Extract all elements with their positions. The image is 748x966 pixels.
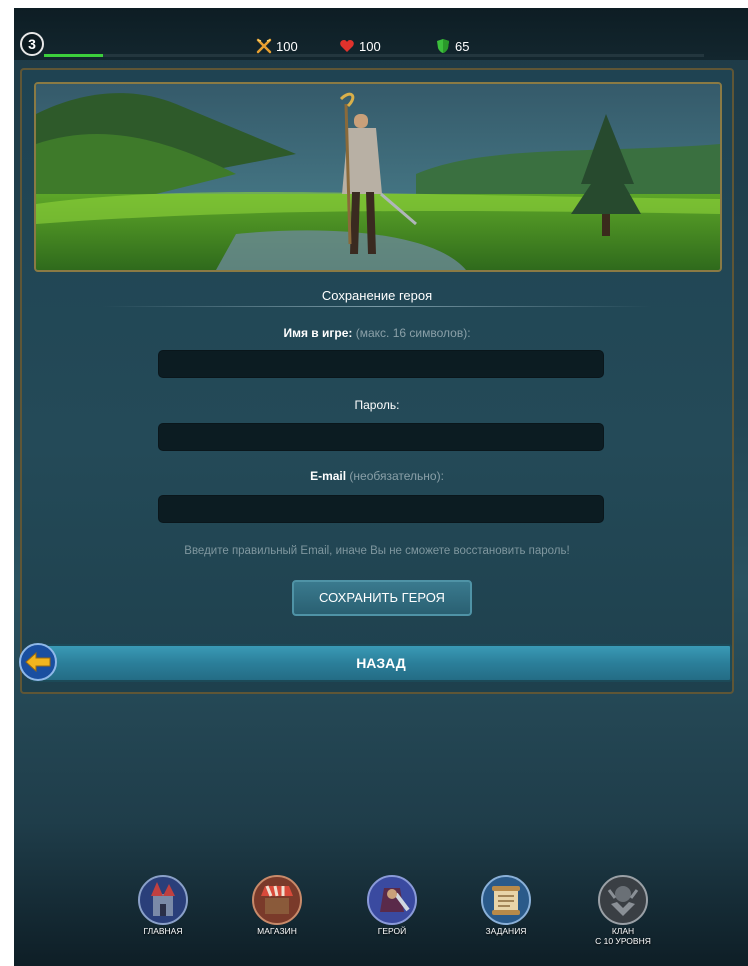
attack-stat: 100: [256, 38, 298, 56]
panel-title: Сохранение героя: [321, 288, 433, 303]
back-button[interactable]: НАЗАД: [30, 644, 732, 682]
nav-clan-label: КЛАН: [611, 926, 635, 936]
nav-hero-label: ГЕРОЙ: [377, 926, 407, 936]
defense-stat: 65: [435, 38, 469, 56]
email-label-text: E-mail: [310, 469, 347, 483]
save-hero-button[interactable]: СОХРАНИТЬ ГЕРОЯ: [292, 580, 472, 616]
health-value: 100: [359, 39, 381, 54]
hero-icon: [367, 875, 417, 925]
attack-value: 100: [276, 39, 298, 54]
health-stat: 100: [339, 38, 381, 56]
nav-shop[interactable]: МАГАЗИН: [232, 874, 322, 966]
back-arrow-icon[interactable]: [18, 642, 58, 682]
xp-progress-fill: [44, 54, 104, 57]
email-input[interactable]: [158, 495, 604, 523]
castle-icon: [138, 875, 188, 925]
hero-banner-image: [34, 82, 722, 272]
landscape-illustration: [36, 84, 720, 270]
name-hint: (макс. 16 символов):: [355, 326, 471, 340]
clan-emblem-icon: [598, 875, 648, 925]
game-screen: 3 100 100 65 Сохранение героя Имя в игре…: [14, 8, 748, 966]
nav-main[interactable]: ГЛАВНАЯ: [118, 874, 208, 966]
shop-icon: [252, 875, 302, 925]
password-input[interactable]: [158, 423, 604, 451]
nav-clan[interactable]: КЛАН С 10 УРОВНЯ: [578, 874, 668, 966]
level-badge: 3: [20, 32, 44, 56]
bottom-navigation: ГЛАВНАЯ МАГАЗИН ГЕРОЙ ЗАДАНИЯ КЛАН С 10 …: [14, 856, 748, 966]
nav-main-label: ГЛАВНАЯ: [143, 926, 183, 936]
password-label: Пароль:: [354, 398, 400, 412]
name-input[interactable]: [158, 350, 604, 378]
nav-shop-label: МАГАЗИН: [257, 926, 297, 936]
title-divider: [102, 306, 652, 307]
heart-icon: [340, 40, 354, 52]
top-status-bar: 3 100 100 65: [14, 8, 748, 60]
name-label-text: Имя в игре:: [283, 326, 353, 340]
nav-quests-label: ЗАДАНИЯ: [485, 926, 527, 936]
scroll-icon: [481, 875, 531, 925]
nav-hero[interactable]: ГЕРОЙ: [347, 874, 437, 966]
email-warning-text: Введите правильный Email, иначе Вы не см…: [184, 545, 570, 557]
crossed-swords-icon: [256, 38, 272, 54]
shield-icon: [437, 39, 449, 53]
name-label: Имя в игре: (макс. 16 символов):: [22, 326, 732, 340]
nav-clan-sublabel: С 10 УРОВНЯ: [595, 936, 651, 946]
email-hint: (необязательно):: [349, 469, 444, 483]
save-hero-panel: Сохранение героя Имя в игре: (макс. 16 с…: [20, 68, 734, 694]
nav-quests[interactable]: ЗАДАНИЯ: [461, 874, 551, 966]
defense-value: 65: [455, 39, 470, 54]
email-label: E-mail (необязательно):: [22, 469, 732, 483]
